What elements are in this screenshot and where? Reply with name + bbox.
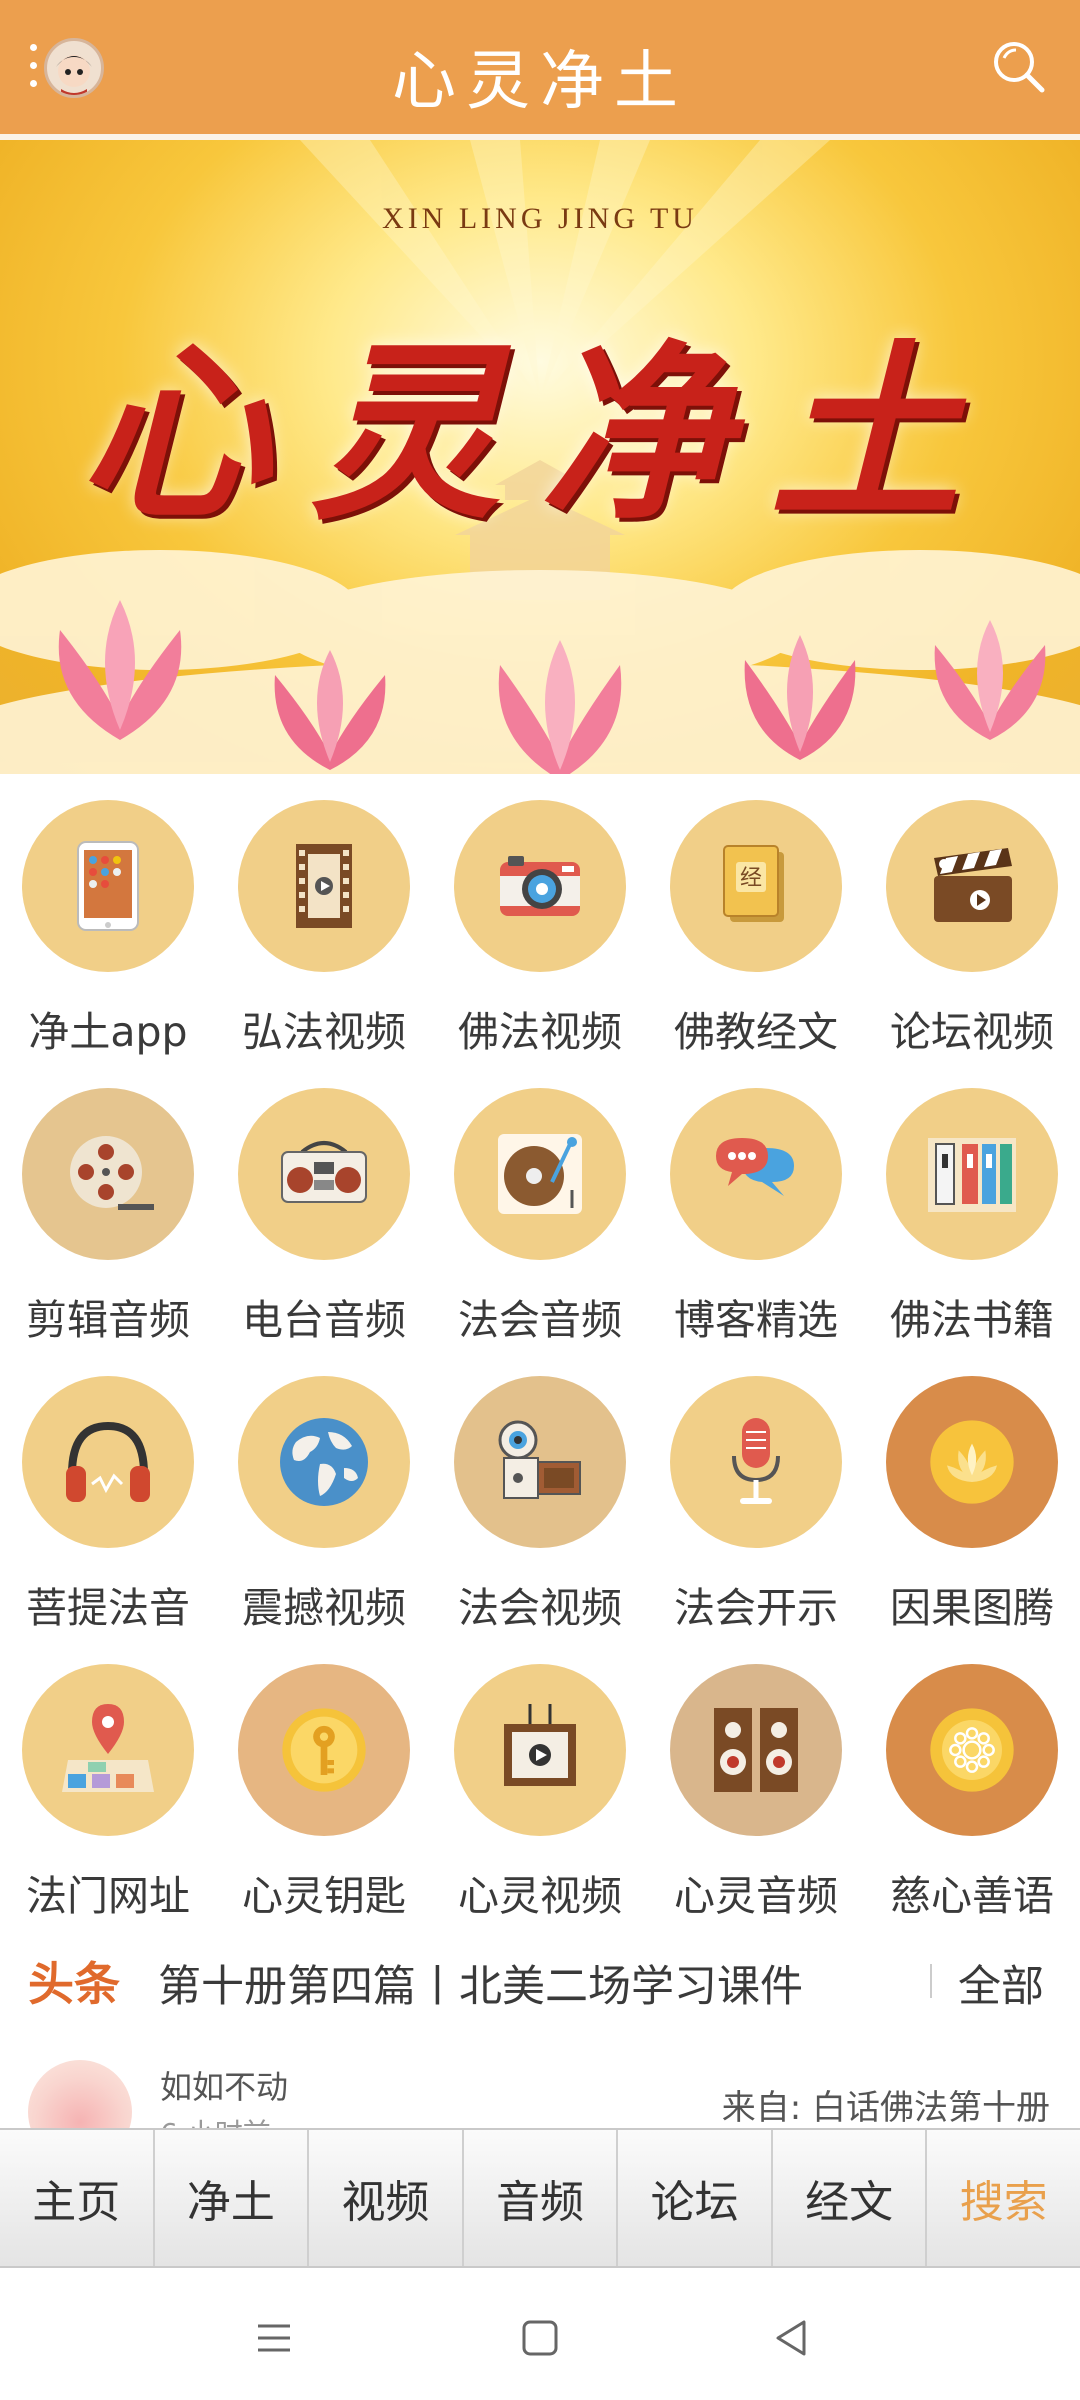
- post-author: 如如不动: [160, 2068, 289, 2106]
- binders-icon: [886, 1088, 1058, 1260]
- camera-icon: [454, 800, 626, 972]
- grid-item-blog-selection[interactable]: 博客精选: [648, 1088, 864, 1376]
- nav-home[interactable]: 主页: [0, 2130, 155, 2266]
- grid-item-label: 论坛视频: [890, 1008, 1054, 1056]
- home-square-icon[interactable]: [510, 2308, 570, 2368]
- radio-icon: [238, 1088, 410, 1260]
- microphone-icon: [670, 1376, 842, 1548]
- grid-item-kind-words[interactable]: 慈心善语: [864, 1664, 1080, 1952]
- post-source: 来自: 白话佛法第十册: [721, 2088, 1050, 2128]
- sutra-book-icon: 经: [670, 800, 842, 972]
- hero-banner[interactable]: XIN LING JING TU 心灵净土: [0, 140, 1080, 774]
- nav-audio[interactable]: 音频: [464, 2130, 619, 2266]
- banner-subtitle: XIN LING JING TU: [382, 202, 698, 235]
- grid-item-label: 慈心善语: [890, 1872, 1054, 1920]
- grid-item-ceremony-teaching[interactable]: 法会开示: [648, 1376, 864, 1664]
- system-nav-bar: [0, 2268, 1080, 2400]
- grid-item-label: 博客精选: [674, 1296, 838, 1344]
- grid-item-soul-video[interactable]: 心灵视频: [432, 1664, 648, 1952]
- clapperboard-icon: [886, 800, 1058, 972]
- grid-item-label: 佛法书籍: [890, 1296, 1054, 1344]
- headline-ticker[interactable]: 头条 第十册第四篇丨北美二场学习课件 全部: [0, 1938, 1080, 2018]
- banner-title: 心灵净土: [79, 322, 1000, 545]
- film-reel-icon: [22, 1088, 194, 1260]
- grid-item-label: 法会视频: [458, 1584, 622, 1632]
- grid-item-label: 法门网址: [26, 1872, 190, 1920]
- menu-lines-icon[interactable]: [244, 2308, 304, 2368]
- nav-pure-land[interactable]: 净土: [155, 2130, 310, 2266]
- nav-video[interactable]: 视频: [309, 2130, 464, 2266]
- speakers-icon: [670, 1664, 842, 1836]
- post-preview[interactable]: 如如不动 6 小时前 来自: 白话佛法第十册: [0, 2050, 1080, 2130]
- grid-item-label: 菩提法音: [26, 1584, 190, 1632]
- film-strip-icon: [238, 800, 410, 972]
- grid-item-soul-key[interactable]: 心灵钥匙: [216, 1664, 432, 1952]
- grid-item-jingtu-app[interactable]: 净土app: [0, 800, 216, 1088]
- app-title: 心灵净土: [392, 45, 688, 119]
- grid-item-label: 净土app: [28, 1008, 188, 1056]
- map-pin-icon: [22, 1664, 194, 1836]
- grid-item-radio-audio[interactable]: 电台音频: [216, 1088, 432, 1376]
- grid-item-soul-audio[interactable]: 心灵音频: [648, 1664, 864, 1952]
- headline-text[interactable]: 第十册第四篇丨北美二场学习课件: [158, 1952, 803, 2014]
- back-triangle-icon[interactable]: [762, 2308, 822, 2368]
- view-all-link[interactable]: 全部: [958, 1952, 1044, 2014]
- ticker-divider: [930, 1964, 932, 1998]
- grid-item-hongfa-video[interactable]: 弘法视频: [216, 800, 432, 1088]
- grid-item-dharma-books[interactable]: 佛法书籍: [864, 1088, 1080, 1376]
- grid-item-sutra-text[interactable]: 经 佛教经文: [648, 800, 864, 1088]
- grid-item-clip-audio[interactable]: 剪辑音频: [0, 1088, 216, 1376]
- nav-search[interactable]: 搜索: [927, 2130, 1080, 2266]
- grid-item-label: 电台音频: [242, 1296, 406, 1344]
- svg-text:经: 经: [740, 866, 762, 891]
- grid-item-fofa-video[interactable]: 佛法视频: [432, 800, 648, 1088]
- post-avatar: [28, 2060, 132, 2130]
- tablet-icon: [22, 800, 194, 972]
- grid-item-ceremony-video[interactable]: 法会视频: [432, 1376, 648, 1664]
- key-icon: [238, 1664, 410, 1836]
- grid-item-label: 震撼视频: [242, 1584, 406, 1632]
- grid-item-label: 心灵钥匙: [242, 1872, 406, 1920]
- grid-item-label: 佛教经文: [674, 1008, 838, 1056]
- grid-item-label: 法会音频: [458, 1296, 622, 1344]
- headphones-icon: [22, 1376, 194, 1548]
- grid-item-shocking-video[interactable]: 震撼视频: [216, 1376, 432, 1664]
- grid-item-label: 法会开示: [674, 1584, 838, 1632]
- dharma-wheel-icon: [886, 1664, 1058, 1836]
- grid-item-dharma-url[interactable]: 法门网址: [0, 1664, 216, 1952]
- video-camera-icon: [454, 1376, 626, 1548]
- grid-item-forum-video[interactable]: 论坛视频: [864, 800, 1080, 1088]
- grid-item-label: 心灵视频: [458, 1872, 622, 1920]
- grid-item-label: 心灵音频: [674, 1872, 838, 1920]
- lotus-icon: [886, 1376, 1058, 1548]
- grid-item-label: 弘法视频: [242, 1008, 406, 1056]
- globe-icon: [238, 1376, 410, 1548]
- grid-item-ceremony-audio[interactable]: 法会音频: [432, 1088, 648, 1376]
- headline-tag: 头条: [28, 1957, 120, 2011]
- bottom-nav: 主页 净土 视频 音频 论坛 经文 搜索: [0, 2128, 1080, 2268]
- app-header: 心灵净土: [0, 0, 1080, 134]
- turntable-icon: [454, 1088, 626, 1260]
- nav-forum[interactable]: 论坛: [618, 2130, 773, 2266]
- grid-item-bodhi-sound[interactable]: 菩提法音: [0, 1376, 216, 1664]
- grid-item-label: 因果图腾: [890, 1584, 1054, 1632]
- chat-bubbles-icon: [670, 1088, 842, 1260]
- nav-sutra[interactable]: 经文: [773, 2130, 928, 2266]
- tv-icon: [454, 1664, 626, 1836]
- grid-item-label: 佛法视频: [458, 1008, 622, 1056]
- grid-item-karma-totem[interactable]: 因果图腾: [864, 1376, 1080, 1664]
- grid-item-label: 剪辑音频: [26, 1296, 190, 1344]
- search-icon[interactable]: [990, 38, 1048, 96]
